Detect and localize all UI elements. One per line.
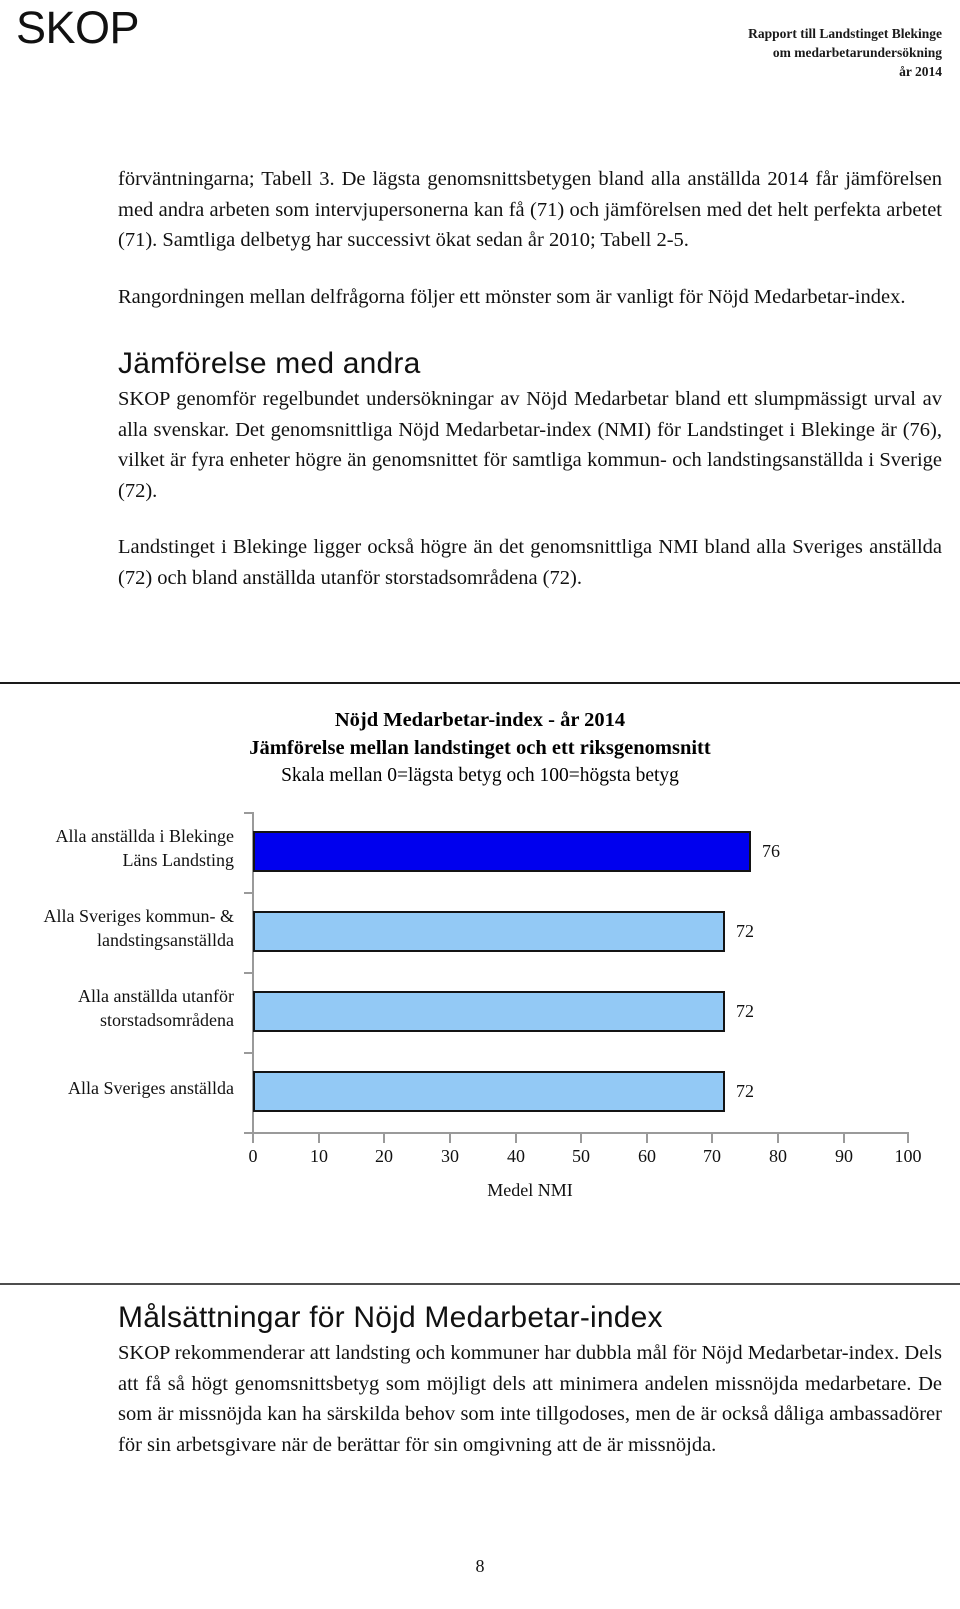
x-tick-label: 90 (835, 1146, 853, 1166)
x-axis-tick (318, 1134, 320, 1143)
x-tick-label: 40 (507, 1146, 525, 1166)
bar-category-label: Alla anställda i Blekinge Läns Landsting (0, 824, 234, 872)
bar-category-label-line: Alla Sveriges anställda (68, 1078, 234, 1098)
x-axis-tick (580, 1134, 582, 1143)
x-tick-label: 0 (248, 1146, 258, 1166)
x-axis-tick (515, 1134, 517, 1143)
bar-alla-sveriges-anstallda (253, 1071, 725, 1112)
paragraph-5: SKOP rekommenderar att landsting och kom… (118, 1342, 942, 1456)
x-axis-tick-labels: 0 10 20 30 40 50 60 70 80 90 100 (0, 1146, 960, 1176)
document-body-bottom: Målsättningar för Nöjd Medarbetar-index … (118, 1300, 942, 1460)
paragraph-4: Landstinget i Blekinge ligger också högr… (118, 536, 942, 589)
chart-plot-area: Alla anställda i Blekinge Läns Landsting… (0, 812, 960, 1232)
x-tick-label: 30 (441, 1146, 459, 1166)
bar-category-label-line: landstingsanställda (97, 930, 234, 950)
divider-above-chart (0, 682, 960, 684)
x-axis-tick (777, 1134, 779, 1143)
chart-scale-note: Skala mellan 0=lägsta betyg och 100=högs… (281, 765, 679, 786)
bar-category-label-line: Läns Landsting (122, 850, 234, 870)
x-tick-label: 50 (572, 1146, 590, 1166)
heading-jamforelse-med-andra: Jämförelse med andra (118, 347, 421, 380)
x-axis-tick (383, 1134, 385, 1143)
bar-category-label: Alla anställda utanför storstadsområdena (0, 984, 234, 1032)
bar-value-label: 76 (762, 841, 780, 861)
skop-logo: SKOP (16, 2, 140, 53)
x-axis-tick (907, 1134, 909, 1143)
chart-title: Nöjd Medarbetar-index - år 2014 (334, 709, 626, 731)
paragraph-2: Rangordningen mellan delfrågorna följer … (118, 285, 906, 308)
bar-category-label-line: Alla Sveriges kommun- & (43, 906, 234, 926)
x-axis-tick (646, 1134, 648, 1143)
x-tick-label: 100 (894, 1146, 922, 1166)
bar-value-label: 72 (736, 1081, 754, 1101)
chart-bar-row: Alla Sveriges anställda 72 (0, 1052, 960, 1132)
bar-value-label: 72 (736, 1001, 754, 1021)
x-tick-label: 70 (703, 1146, 721, 1166)
bar-category-label: Alla Sveriges kommun- & landstingsanstäl… (0, 904, 234, 952)
report-identifier: Rapport till Landstinget Blekinge om med… (748, 24, 942, 81)
bar-utanfor-storstad (253, 991, 725, 1032)
x-axis-tick (711, 1134, 713, 1143)
bar-value-label: 72 (736, 921, 754, 941)
nmi-comparison-chart: Nöjd Medarbetar-index - år 2014 Jämförel… (0, 706, 960, 1232)
x-tick-label: 10 (310, 1146, 328, 1166)
document-body-top: förväntningarna; Tabell 3. De lägsta gen… (118, 164, 942, 593)
x-axis-tick (252, 1134, 254, 1143)
report-line-2: om medarbetarundersökning (772, 45, 942, 60)
bar-blekinge (253, 831, 751, 872)
x-axis-tick (843, 1134, 845, 1143)
x-tick-label: 80 (769, 1146, 787, 1166)
chart-bar-row: Alla Sveriges kommun- & landstingsanstäl… (0, 892, 960, 972)
chart-title-group: Nöjd Medarbetar-index - år 2014 Jämförel… (0, 706, 960, 790)
x-axis-title: Medel NMI (487, 1180, 573, 1200)
chart-subtitle: Jämförelse mellan landstinget och ett ri… (249, 737, 711, 759)
heading-malsattningar: Målsättningar för Nöjd Medarbetar-index (118, 1301, 663, 1334)
paragraph-3: SKOP genomför regelbundet undersökningar… (118, 388, 942, 502)
x-tick-label: 20 (375, 1146, 393, 1166)
bar-category-label-line: Alla anställda i Blekinge (55, 826, 234, 846)
page-header: SKOP Rapport till Landstinget Blekinge o… (0, 0, 960, 110)
x-axis-title-wrapper: Medel NMI (0, 1180, 960, 1201)
chart-bar-row: Alla anställda i Blekinge Läns Landsting… (0, 812, 960, 892)
bar-category-label-line: Alla anställda utanför (78, 986, 234, 1006)
report-line-1: Rapport till Landstinget Blekinge (748, 26, 942, 41)
report-line-3: år 2014 (899, 64, 942, 79)
bar-category-label: Alla Sveriges anställda (0, 1076, 234, 1100)
divider-below-chart (0, 1283, 960, 1285)
bar-category-label-line: storstadsområdena (100, 1010, 234, 1030)
x-tick-label: 60 (638, 1146, 656, 1166)
page-number: 8 (475, 1556, 485, 1576)
paragraph-1: förväntningarna; Tabell 3. De lägsta gen… (118, 168, 942, 251)
x-axis-tick (449, 1134, 451, 1143)
chart-bar-row: Alla anställda utanför storstadsområdena… (0, 972, 960, 1052)
bar-kommun-landsting (253, 911, 725, 952)
